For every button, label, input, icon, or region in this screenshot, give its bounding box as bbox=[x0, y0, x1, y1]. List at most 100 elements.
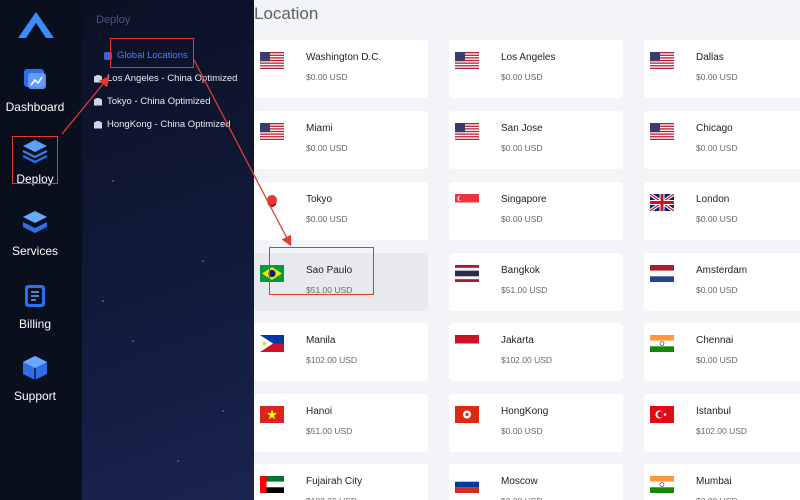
id-flag bbox=[455, 335, 479, 352]
icon-rail: Dashboard Deploy Services Billing Suppor… bbox=[0, 0, 82, 500]
decor-star bbox=[112, 180, 114, 182]
location-card[interactable]: London $0.00 USD bbox=[644, 182, 800, 240]
location-price: $0.00 USD bbox=[696, 355, 738, 365]
location-price: $0.00 USD bbox=[696, 143, 738, 153]
annotation-highlight-deploy bbox=[12, 136, 58, 184]
us-flag bbox=[260, 123, 284, 140]
location-card[interactable]: Hanoi $51.00 USD bbox=[254, 394, 428, 452]
location-price: $102.00 USD bbox=[306, 496, 357, 500]
location-city: Manila bbox=[306, 335, 336, 346]
decor-star bbox=[177, 460, 179, 462]
us-flag bbox=[650, 123, 674, 140]
nav-dashboard-label: Dashboard bbox=[5, 100, 65, 114]
location-city: Miami bbox=[306, 123, 333, 134]
nav-services[interactable]: Services bbox=[0, 208, 70, 258]
location-card[interactable]: Tokyo $0.00 USD bbox=[254, 182, 428, 240]
vn-flag bbox=[260, 406, 284, 423]
location-card[interactable]: Mumbai $0.00 USD bbox=[644, 464, 800, 500]
location-card[interactable]: Dallas $0.00 USD bbox=[644, 40, 800, 98]
sg-flag bbox=[455, 194, 479, 211]
uk-flag bbox=[650, 194, 674, 211]
location-city: Moscow bbox=[501, 476, 538, 487]
nav-billing-label: Billing bbox=[18, 317, 51, 331]
us-flag bbox=[650, 52, 674, 69]
location-price: $0.00 USD bbox=[306, 143, 348, 153]
submenu-item-tokyo[interactable]: Tokyo - China Optimized bbox=[94, 96, 210, 107]
location-price: $102.00 USD bbox=[306, 355, 358, 365]
location-card[interactable]: Amsterdam $0.00 USD bbox=[644, 253, 800, 311]
dashboard-icon bbox=[24, 69, 46, 89]
location-price: $0.00 USD bbox=[306, 214, 348, 224]
location-card[interactable]: Bangkok $51.00 USD bbox=[449, 253, 623, 311]
submenu-title: Deploy bbox=[96, 14, 131, 26]
location-card[interactable]: Moscow $0.00 USD bbox=[449, 464, 623, 500]
billing-icon bbox=[25, 285, 45, 307]
location-price: $0.00 USD bbox=[696, 214, 738, 224]
location-price: $102.00 USD bbox=[501, 355, 553, 365]
location-card[interactable]: Jakarta $102.00 USD bbox=[449, 323, 623, 381]
us-flag bbox=[260, 52, 284, 69]
location-price: $0.00 USD bbox=[501, 426, 543, 436]
location-city: HongKong bbox=[501, 406, 549, 417]
location-city: Singapore bbox=[501, 194, 547, 205]
page-title: Location bbox=[254, 4, 319, 23]
nav-dashboard[interactable]: Dashboard bbox=[0, 64, 70, 114]
submenu-item-label: Los Angeles - China Optimized bbox=[107, 73, 238, 84]
location-city: San Jose bbox=[501, 123, 543, 134]
jp-flag bbox=[260, 194, 284, 211]
location-card[interactable]: Washington D.C. $0.00 USD bbox=[254, 40, 428, 98]
location-city: Jakarta bbox=[501, 335, 534, 346]
app-logo[interactable] bbox=[16, 10, 56, 40]
location-card[interactable]: Manila $102.00 USD bbox=[254, 323, 428, 381]
submenu-item-label: HongKong - China Optimized bbox=[107, 119, 231, 130]
location-card[interactable]: Istanbul $102.00 USD bbox=[644, 394, 800, 452]
tr-flag bbox=[650, 406, 674, 423]
hk-flag bbox=[455, 406, 479, 423]
location-city: Fujairah City bbox=[306, 476, 363, 487]
nl-flag bbox=[650, 265, 674, 282]
location-card[interactable]: Chicago $0.00 USD bbox=[644, 111, 800, 169]
stack-icon bbox=[23, 211, 47, 233]
annotation-highlight-sao-paulo bbox=[269, 247, 374, 295]
location-card[interactable]: Singapore $0.00 USD bbox=[449, 182, 623, 240]
th-flag bbox=[455, 265, 479, 282]
location-card[interactable]: Fujairah City $102.00 USD bbox=[254, 464, 428, 500]
deploy-submenu: Deploy Global Locations Los Angeles - Ch… bbox=[82, 0, 254, 500]
submenu-item-los-angeles[interactable]: Los Angeles - China Optimized bbox=[94, 73, 237, 84]
in-flag bbox=[650, 476, 674, 493]
ru-flag bbox=[455, 476, 479, 493]
location-price: $102.00 USD bbox=[696, 426, 748, 436]
location-price: $0.00 USD bbox=[696, 285, 738, 295]
location-card[interactable]: HongKong $0.00 USD bbox=[449, 394, 623, 452]
location-city: Istanbul bbox=[696, 406, 732, 417]
location-city: London bbox=[696, 194, 730, 205]
location-city: Bangkok bbox=[501, 265, 540, 276]
nav-support[interactable]: Support bbox=[0, 353, 70, 403]
location-price: $51.00 USD bbox=[501, 285, 548, 295]
location-city: Dallas bbox=[696, 52, 724, 63]
location-price: $0.00 USD bbox=[501, 496, 543, 500]
location-city: Hanoi bbox=[306, 406, 333, 417]
submenu-item-label: Tokyo - China Optimized bbox=[107, 96, 211, 107]
building-icon bbox=[94, 97, 102, 106]
location-card[interactable]: San Jose $0.00 USD bbox=[449, 111, 623, 169]
building-icon bbox=[94, 120, 102, 129]
location-price: $0.00 USD bbox=[696, 72, 738, 82]
location-card[interactable]: Los Angeles $0.00 USD bbox=[449, 40, 623, 98]
location-price: $0.00 USD bbox=[696, 496, 738, 500]
ae-flag bbox=[260, 476, 284, 493]
location-city: Chennai bbox=[696, 335, 734, 346]
nav-billing[interactable]: Billing bbox=[0, 281, 70, 331]
location-card[interactable]: Chennai $0.00 USD bbox=[644, 323, 800, 381]
location-city: Washington D.C. bbox=[306, 52, 382, 63]
location-city: Los Angeles bbox=[501, 52, 556, 63]
location-city: Amsterdam bbox=[696, 265, 748, 276]
location-city: Chicago bbox=[696, 123, 733, 134]
location-price: $51.00 USD bbox=[306, 426, 353, 436]
location-price: $0.00 USD bbox=[501, 214, 543, 224]
in-flag bbox=[650, 335, 674, 352]
location-price: $0.00 USD bbox=[501, 72, 543, 82]
submenu-item-hongkong[interactable]: HongKong - China Optimized bbox=[94, 119, 231, 130]
us-flag bbox=[455, 52, 479, 69]
location-card[interactable]: Miami $0.00 USD bbox=[254, 111, 428, 169]
